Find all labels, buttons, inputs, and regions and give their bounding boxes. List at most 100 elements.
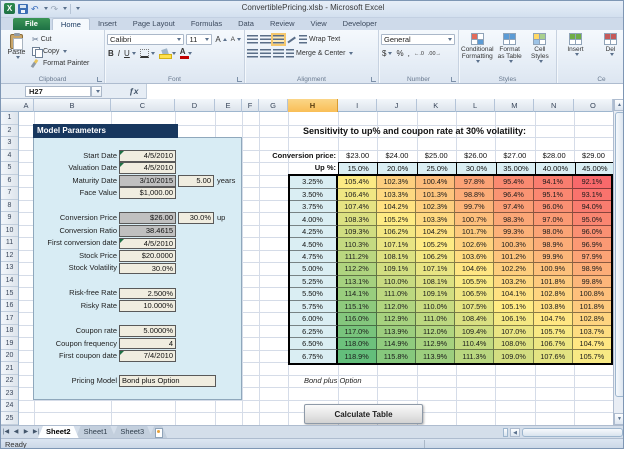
sensitivity-cell[interactable]: 97.9% xyxy=(572,250,612,264)
bold-button[interactable]: B xyxy=(107,48,115,59)
sensitivity-cell[interactable]: 109.4% xyxy=(455,325,495,338)
conversion-price-value[interactable]: $29.00 xyxy=(574,150,613,161)
coupon-rate-cell[interactable]: 3.75% xyxy=(289,201,338,214)
sensitivity-cell[interactable]: 107.4% xyxy=(337,201,377,214)
param-value[interactable]: $1,000.00 xyxy=(119,187,176,200)
row-header-12[interactable]: 12 xyxy=(1,250,18,263)
column-header-H[interactable]: H xyxy=(288,99,338,112)
sensitivity-cell[interactable]: 100.8% xyxy=(572,288,612,301)
scroll-left-icon[interactable]: ◀ xyxy=(510,428,520,437)
tab-page-layout[interactable]: Page Layout xyxy=(125,18,183,30)
up-percent-value[interactable]: 30.0% xyxy=(457,162,497,174)
sensitivity-cell[interactable]: 102.6% xyxy=(455,238,495,251)
sensitivity-cell[interactable]: 94.0% xyxy=(572,201,612,214)
sensitivity-cell[interactable]: 108.3% xyxy=(337,213,377,226)
column-header-F[interactable]: F xyxy=(242,99,259,112)
vertical-scrollbar-thumb[interactable] xyxy=(614,112,623,397)
param-value[interactable]: Bond plus Option xyxy=(119,375,216,388)
sensitivity-cell[interactable]: 98.3% xyxy=(494,213,534,226)
row-header-17[interactable]: 17 xyxy=(1,312,18,325)
tab-review[interactable]: Review xyxy=(262,18,303,30)
param-value[interactable]: 30.0% xyxy=(119,262,176,275)
conversion-price-value[interactable]: $27.00 xyxy=(495,150,534,161)
sensitivity-cell[interactable]: 112.2% xyxy=(337,263,377,276)
sensitivity-cell[interactable]: 95.0% xyxy=(572,213,612,226)
row-header-21[interactable]: 21 xyxy=(1,362,18,375)
row-header-18[interactable]: 18 xyxy=(1,325,18,338)
name-box[interactable]: H27 xyxy=(25,86,91,97)
sensitivity-cell[interactable]: 94.1% xyxy=(533,176,573,189)
tab-data[interactable]: Data xyxy=(230,18,262,30)
column-header-B[interactable]: B xyxy=(34,99,111,112)
conversion-price-value[interactable]: $28.00 xyxy=(535,150,574,161)
sensitivity-cell[interactable]: 97.0% xyxy=(533,213,573,226)
param-value[interactable]: 2.500% xyxy=(119,287,176,300)
sensitivity-cell[interactable]: 102.8% xyxy=(533,288,573,301)
row-header-2[interactable]: 2 xyxy=(1,125,18,138)
sensitivity-cell[interactable]: 112.9% xyxy=(376,313,416,326)
sensitivity-cell[interactable]: 107.1% xyxy=(376,238,416,251)
row-header-20[interactable]: 20 xyxy=(1,350,18,363)
sensitivity-cell[interactable]: 110.3% xyxy=(337,238,377,251)
sensitivity-cell[interactable]: 110.4% xyxy=(455,337,495,351)
coupon-rate-cell[interactable]: 5.25% xyxy=(289,275,338,289)
sensitivity-cell[interactable]: 97.4% xyxy=(494,201,534,214)
sensitivity-cell[interactable]: 101.8% xyxy=(572,300,612,314)
sensitivity-cell[interactable]: 96.4% xyxy=(494,188,534,201)
sensitivity-cell[interactable]: 102.3% xyxy=(415,201,456,214)
param-value[interactable]: 4/5/2010 xyxy=(119,162,176,175)
insert-cells-button[interactable]: Insert xyxy=(559,32,592,70)
sensitivity-cell[interactable]: 101.8% xyxy=(533,275,573,289)
coupon-rate-cell[interactable]: 4.00% xyxy=(289,213,338,226)
row-header-15[interactable]: 15 xyxy=(1,287,18,300)
sensitivity-cell[interactable]: 111.2% xyxy=(337,250,377,264)
sensitivity-cell[interactable]: 108.0% xyxy=(494,337,534,351)
row-header-8[interactable]: 8 xyxy=(1,200,18,213)
sensitivity-cell[interactable]: 112.0% xyxy=(415,325,456,338)
sensitivity-cell[interactable]: 99.8% xyxy=(572,275,612,289)
increase-decimal-button[interactable]: ←.0 xyxy=(413,48,425,59)
param-value-calculated[interactable]: 3/10/2015 xyxy=(119,174,176,187)
sensitivity-cell[interactable]: 100.7% xyxy=(455,213,495,226)
coupon-rate-cell[interactable]: 4.75% xyxy=(289,250,338,264)
delete-cells-button[interactable]: Del xyxy=(594,32,623,70)
sensitivity-cell[interactable]: 103.8% xyxy=(533,300,573,314)
sensitivity-cell[interactable]: 114.9% xyxy=(376,337,416,351)
font-name-select[interactable]: Calibri xyxy=(107,34,185,45)
coupon-rate-cell[interactable]: 5.75% xyxy=(289,300,338,314)
tab-split-handle[interactable] xyxy=(503,428,508,437)
sensitivity-cell[interactable]: 111.0% xyxy=(376,288,416,301)
column-header-K[interactable]: K xyxy=(417,99,456,112)
param-value[interactable]: 4/5/2010 xyxy=(119,237,176,250)
sensitivity-cell[interactable]: 110.0% xyxy=(415,300,456,314)
sensitivity-cell[interactable]: 113.9% xyxy=(376,325,416,338)
accounting-format-button[interactable]: $ xyxy=(381,48,393,59)
format-as-table-button[interactable]: Format as Table xyxy=(496,32,524,70)
sensitivity-cell[interactable]: 103.2% xyxy=(494,275,534,289)
up-percent-value[interactable]: 15.0% xyxy=(339,162,379,174)
sensitivity-cell[interactable]: 98.9% xyxy=(533,238,573,251)
sensitivity-cell[interactable]: 106.2% xyxy=(376,225,416,239)
row-header-5[interactable]: 5 xyxy=(1,162,18,175)
sensitivity-cell[interactable]: 106.4% xyxy=(337,188,377,201)
sensitivity-cell[interactable]: 95.4% xyxy=(494,176,534,189)
column-header-L[interactable]: L xyxy=(456,99,496,112)
sensitivity-cell[interactable]: 109.1% xyxy=(376,263,416,276)
coupon-rate-cell[interactable]: 6.25% xyxy=(289,325,338,338)
sensitivity-cell[interactable]: 93.1% xyxy=(572,188,612,201)
row-header-16[interactable]: 16 xyxy=(1,300,18,313)
row-header-24[interactable]: 24 xyxy=(1,400,18,413)
param-extra-value[interactable]: 30.0% xyxy=(178,212,214,225)
sensitivity-cell[interactable]: 102.2% xyxy=(494,263,534,276)
sensitivity-cell[interactable]: 97.8% xyxy=(455,176,495,189)
decrease-decimal-button[interactable]: .00→ xyxy=(427,48,442,59)
sensitivity-cell[interactable]: 108.1% xyxy=(376,250,416,264)
sensitivity-cell[interactable]: 99.7% xyxy=(455,201,495,214)
sensitivity-cell[interactable]: 113.1% xyxy=(337,275,377,289)
sensitivity-cell[interactable]: 92.1% xyxy=(572,176,612,189)
sensitivity-cell[interactable]: 109.0% xyxy=(494,350,534,363)
sensitivity-cell[interactable]: 108.4% xyxy=(455,313,495,326)
sensitivity-cell[interactable]: 105.2% xyxy=(415,238,456,251)
sensitivity-cell[interactable]: 104.1% xyxy=(494,288,534,301)
row-header-1[interactable]: 1 xyxy=(1,112,18,125)
